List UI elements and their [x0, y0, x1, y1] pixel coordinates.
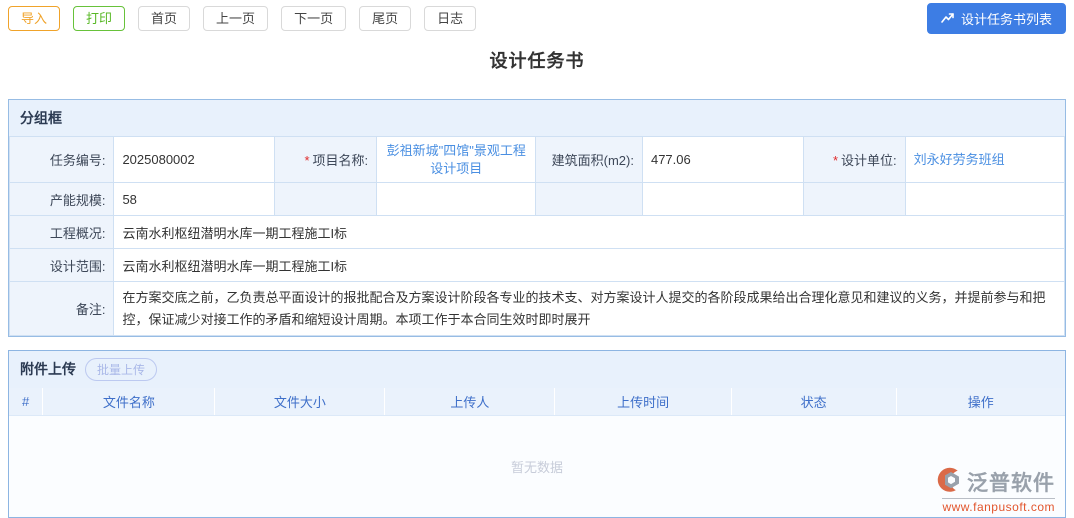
empty-value-cell — [376, 182, 537, 217]
empty-label-cell — [273, 182, 378, 217]
form-row-3: 工程概况: 云南水利枢纽潜明水库一期工程施工I标 — [8, 215, 1065, 250]
form-row-4: 设计范围: 云南水利枢纽潜明水库一期工程施工I标 — [8, 248, 1065, 283]
trending-up-icon — [941, 12, 955, 24]
scope-label: 设计范围: — [8, 248, 115, 283]
group-box-header: 分组框 — [9, 100, 1065, 136]
form-row-2: 产能规模: 58 — [8, 182, 1066, 217]
brand-website: www.fanpusoft.com — [942, 497, 1055, 514]
project-name-value: 彭祖新城"四馆"景观工程设计项目 — [376, 135, 537, 184]
capacity-label: 产能规模: — [8, 182, 115, 217]
batch-upload-button[interactable]: 批量上传 — [85, 357, 158, 381]
col-uploader: 上传人 — [384, 387, 556, 417]
design-task-list-button[interactable]: 设计任务书列表 — [926, 2, 1066, 34]
attachments-table: # 文件名称 文件大小 上传人 上传时间 状态 操作 — [9, 387, 1065, 417]
page-title: 设计任务书 — [489, 51, 585, 71]
building-area-label: 建筑面积(m2): — [535, 135, 643, 184]
col-operation: 操作 — [896, 387, 1065, 417]
attachments-section: 附件上传 批量上传 # 文件名称 文件大小 上传人 上传时间 状态 操作 暂无数… — [8, 349, 1066, 518]
toolbar: 导入 打印 首页 上一页 下一页 尾页 日志 设计任务书列表 — [0, 0, 1074, 34]
brand-name: 泛普软件 — [967, 471, 1055, 495]
task-no-value: 2025080002 — [113, 135, 275, 184]
design-unit-label: * 设计单位: — [803, 135, 906, 184]
fanpu-logo-icon — [937, 467, 963, 496]
task-no-label: 任务编号: — [8, 135, 115, 184]
form-row-1: 任务编号: 2025080002 * 项目名称: 彭祖新城"四馆"景观工程设计项目… — [8, 135, 1066, 184]
empty-data-placeholder: 暂无数据 — [9, 416, 1065, 517]
import-button[interactable]: 导入 — [8, 5, 61, 31]
attachments-header: 附件上传 批量上传 — [9, 350, 1065, 388]
group-box-section: 分组框 任务编号: 2025080002 * 项目名称: 彭祖新城"四馆"景观工程… — [8, 99, 1066, 337]
brand-watermark: 泛普软件 www.fanpusoft.com — [937, 467, 1055, 514]
prev-page-button[interactable]: 上一页 — [203, 5, 269, 31]
remark-label: 备注: — [8, 281, 115, 336]
attachments-title: 附件上传 — [20, 361, 76, 378]
required-asterisk: * — [832, 153, 839, 169]
design-task-list-button-label: 设计任务书列表 — [960, 11, 1052, 27]
form-row-5: 备注: 在方案交底之前，乙负责总平面设计的报批配合及方案设计阶段各专业的技术支、… — [8, 281, 1065, 336]
design-unit-value: 刘永好劳务班组 — [904, 135, 1066, 184]
col-file-size: 文件大小 — [214, 387, 386, 417]
col-status: 状态 — [731, 387, 897, 417]
scope-value: 云南水利枢纽潜明水库一期工程施工I标 — [113, 248, 1065, 283]
home-page-button[interactable]: 首页 — [138, 5, 191, 31]
col-upload-time: 上传时间 — [554, 387, 732, 417]
project-name-link[interactable]: 彭祖新城"四馆"景观工程设计项目 — [387, 143, 526, 176]
group-box-title: 分组框 — [20, 110, 62, 126]
empty-label-cell — [803, 182, 906, 217]
building-area-value: 477.06 — [641, 135, 805, 184]
empty-value-cell — [641, 182, 805, 217]
capacity-value: 58 — [113, 182, 275, 217]
next-page-button[interactable]: 下一页 — [281, 5, 347, 31]
col-file-name: 文件名称 — [42, 387, 216, 417]
log-button[interactable]: 日志 — [424, 5, 477, 31]
last-page-button[interactable]: 尾页 — [359, 5, 412, 31]
overview-label: 工程概况: — [8, 215, 115, 250]
print-button[interactable]: 打印 — [73, 5, 126, 31]
empty-label-cell — [535, 182, 643, 217]
required-asterisk: * — [304, 153, 310, 169]
overview-value: 云南水利枢纽潜明水库一期工程施工I标 — [113, 215, 1065, 250]
project-name-label: * 项目名称: — [273, 135, 378, 184]
design-task-form: 任务编号: 2025080002 * 项目名称: 彭祖新城"四馆"景观工程设计项目… — [8, 135, 1066, 336]
col-index: # — [9, 387, 44, 417]
empty-value-cell — [904, 182, 1066, 217]
attachments-table-header-row: # 文件名称 文件大小 上传人 上传时间 状态 操作 — [9, 387, 1065, 417]
design-unit-link[interactable]: 刘永好劳务班组 — [914, 152, 1005, 167]
remark-value: 在方案交底之前，乙负责总平面设计的报批配合及方案设计阶段各专业的技术支、对方案设… — [113, 281, 1065, 336]
